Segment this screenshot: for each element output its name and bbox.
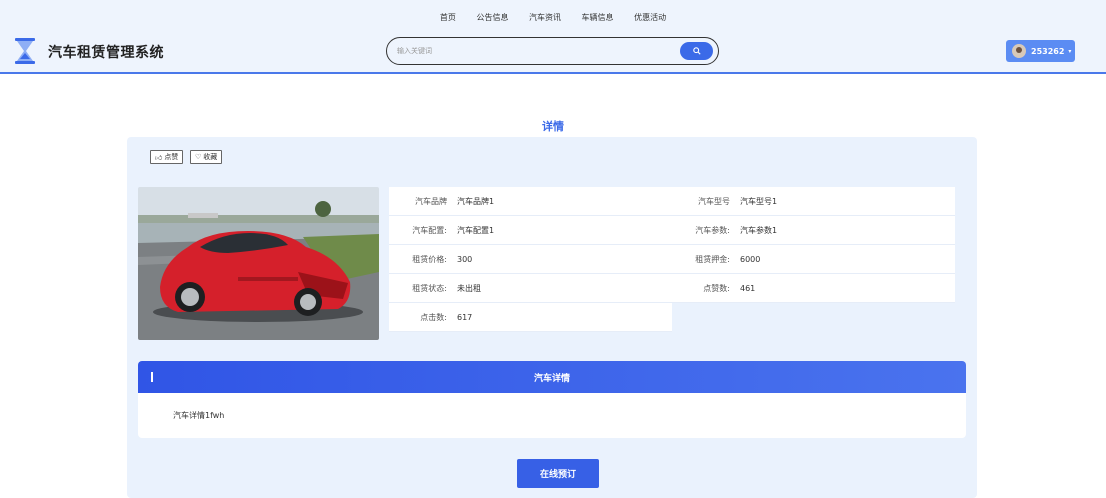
nav-item-promotions[interactable]: 优惠活动 [634, 12, 666, 23]
nav-item-home[interactable]: 首页 [440, 12, 456, 23]
page-title: 详情 [542, 120, 564, 133]
info-key: 汽车参数: [695, 225, 730, 235]
info-value: 300 [457, 254, 473, 264]
car-info-grid: 汽车品牌 汽车品牌1 汽车配置: 汽车配置1 租赁价格: 300 租赁状态: 未… [389, 187, 955, 332]
info-value: 617 [457, 312, 473, 322]
info-key: 租赁状态: [412, 283, 447, 293]
book-online-button[interactable]: 在线预订 [517, 459, 599, 488]
app-title: 汽车租赁管理系统 [48, 45, 164, 61]
info-status: 租赁状态: 未出租 [389, 274, 672, 303]
like-label: 点赞 [164, 153, 179, 161]
avatar [1012, 44, 1026, 58]
detail-panel: 👍︎ 点赞 ♡ 收藏 汽车品牌 汽车品牌1 汽车配置: 汽车配置1 租赁价格: … [127, 137, 977, 498]
info-key: 点击数: [420, 312, 447, 322]
favorite-button[interactable]: ♡ 收藏 [190, 150, 223, 164]
nav-item-announcements[interactable]: 公告信息 [476, 12, 508, 23]
hourglass-logo-icon [15, 38, 35, 64]
info-key: 汽车型号 [698, 196, 730, 206]
thumbs-up-icon: 👍︎ [155, 153, 163, 162]
info-model: 汽车型号 汽车型号1 [672, 187, 955, 216]
username: 253262 [1031, 46, 1065, 56]
search-icon [692, 47, 701, 55]
info-clicks: 点击数: 617 [389, 303, 672, 332]
section-marker [151, 372, 153, 382]
top-nav: 首页 公告信息 汽车资讯 车辆信息 优惠活动 [0, 12, 1106, 23]
info-value: 6000 [740, 254, 761, 264]
like-button[interactable]: 👍︎ 点赞 [150, 150, 184, 164]
heart-icon: ♡ [195, 153, 202, 161]
info-key: 点赞数: [703, 283, 730, 293]
info-value: 汽车配置1 [457, 225, 495, 235]
detail-section-header: 汽车详情 [138, 361, 966, 393]
nav-item-vehicles[interactable]: 车辆信息 [582, 12, 614, 23]
info-key: 租赁押金: [695, 254, 730, 264]
info-key: 汽车配置: [412, 225, 447, 235]
info-key: 租赁价格: [412, 254, 447, 264]
info-params: 汽车参数: 汽车参数1 [672, 216, 955, 245]
info-value: 汽车品牌1 [457, 196, 495, 206]
info-likes: 点赞数: 461 [672, 274, 955, 303]
info-key: 汽车品牌 [415, 196, 447, 206]
info-config: 汽车配置: 汽车配置1 [389, 216, 672, 245]
info-value: 未出租 [457, 283, 481, 293]
info-value: 汽车参数1 [740, 225, 778, 235]
search-input[interactable] [397, 44, 667, 58]
car-image [138, 187, 379, 340]
favorite-label: 收藏 [203, 153, 218, 161]
info-price: 租赁价格: 300 [389, 245, 672, 274]
chevron-down-icon: ▾ [1068, 47, 1072, 55]
header: 首页 公告信息 汽车资讯 车辆信息 优惠活动 汽车租赁管理系统 253262 ▾ [0, 0, 1106, 74]
search-button[interactable] [680, 42, 713, 60]
detail-content: 汽车详情1fwh [138, 393, 966, 438]
user-menu[interactable]: 253262 ▾ [1006, 40, 1075, 62]
info-deposit: 租赁押金: 6000 [672, 245, 955, 274]
nav-item-car-news[interactable]: 汽车资讯 [529, 12, 561, 23]
detail-section-title: 汽车详情 [533, 373, 570, 384]
info-value: 461 [740, 283, 756, 293]
info-value: 汽车型号1 [740, 196, 778, 206]
info-brand: 汽车品牌 汽车品牌1 [389, 187, 672, 216]
search-bar [386, 37, 719, 65]
